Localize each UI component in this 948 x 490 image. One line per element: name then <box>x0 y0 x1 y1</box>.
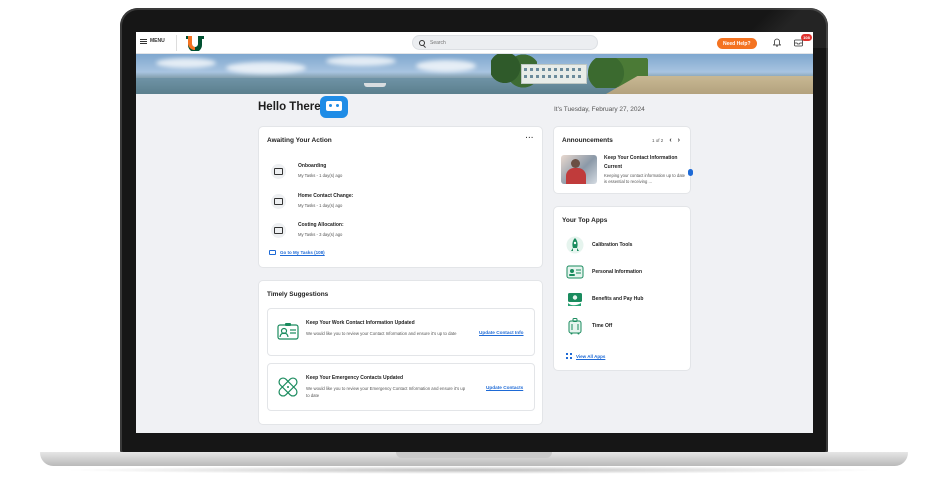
task-item[interactable]: Costing Allocation: My Tasks - 3 day(s) … <box>271 220 471 242</box>
id-card-icon <box>566 265 584 279</box>
task-subtitle: My Tasks - 3 day(s) ago <box>298 232 343 237</box>
laptop-notch <box>396 452 552 458</box>
university-logo[interactable] <box>184 35 206 51</box>
task-item[interactable]: Onboarding My Tasks - 1 day(s) ago <box>271 161 471 183</box>
suggestion-title: Keep Your Work Contact Information Updat… <box>306 320 415 326</box>
announcement-title[interactable]: Keep Your Contact Information Current <box>604 154 688 171</box>
announcement-description: Keeping your contact information up to d… <box>604 173 686 184</box>
suitcase-icon <box>568 318 582 335</box>
search-bar[interactable] <box>412 35 598 50</box>
inbox-tray-icon <box>269 250 276 255</box>
bandage-icon <box>278 377 298 397</box>
chevron-right-icon[interactable]: › <box>678 137 680 144</box>
top-bar: MENU Need Help? 108 <box>136 32 813 54</box>
more-options-icon[interactable]: ··· <box>526 135 535 142</box>
inbox-tray-icon <box>271 194 286 209</box>
announcement-image[interactable] <box>561 155 597 184</box>
menu-button[interactable]: MENU <box>140 38 165 44</box>
banner-building <box>521 64 587 84</box>
inbox-badge: 108 <box>801 34 812 41</box>
app-label[interactable]: Personal Information <box>592 269 642 275</box>
hamburger-icon <box>140 38 147 44</box>
money-icon <box>568 293 582 306</box>
suggestion-title: Keep Your Emergency Contacts Updated <box>306 375 404 381</box>
top-apps-card: Your Top Apps Calibration Tools Personal… <box>553 206 691 371</box>
goto-link-label[interactable]: Go to My Tasks (108) <box>280 250 325 255</box>
search-icon <box>419 39 425 46</box>
suggestion-item: Keep Your Emergency Contacts Updated We … <box>267 363 535 411</box>
app-label[interactable]: Calibration Tools <box>592 242 632 248</box>
task-item[interactable]: Home Contact Change: My Tasks - 1 day(s)… <box>271 191 471 213</box>
carousel-indicator[interactable] <box>688 169 693 176</box>
laptop-shadow <box>60 466 888 474</box>
grid-icon <box>566 353 572 359</box>
task-subtitle: My Tasks - 1 day(s) ago <box>298 173 343 178</box>
timely-title: Timely Suggestions <box>267 291 329 298</box>
bell-icon[interactable] <box>773 38 781 47</box>
inbox-tray-icon <box>271 164 286 179</box>
need-help-button[interactable]: Need Help? <box>717 38 757 49</box>
rocket-icon <box>566 236 584 254</box>
task-title[interactable]: Onboarding <box>298 163 326 169</box>
announcements-card: Announcements 1 of 2 ‹ › Keep Your Conta… <box>553 126 693 194</box>
chevron-left-icon[interactable]: ‹ <box>669 137 671 144</box>
announcement-pager: 1 of 2 ‹ › <box>652 137 680 144</box>
app-label[interactable]: Benefits and Pay Hub <box>592 296 643 302</box>
app-personal-information[interactable]: Personal Information <box>566 263 686 281</box>
assistant-bot-icon[interactable] <box>320 96 348 118</box>
suggestion-description: We would like you to review your Emergen… <box>306 386 466 398</box>
menu-label: MENU <box>150 38 165 44</box>
awaiting-action-card: Awaiting Your Action ··· Onboarding My T… <box>258 126 543 268</box>
app-calibration-tools[interactable]: Calibration Tools <box>566 236 686 254</box>
task-title[interactable]: Home Contact Change: <box>298 193 353 199</box>
header-banner <box>136 54 813 94</box>
suggestion-item: Keep Your Work Contact Information Updat… <box>267 308 535 356</box>
view-all-apps-link[interactable]: View All Apps <box>566 353 605 359</box>
app-label[interactable]: Time Off <box>592 323 612 329</box>
update-contacts-link[interactable]: Update Contacts <box>486 385 523 390</box>
task-title[interactable]: Costing Allocation: <box>298 222 344 228</box>
top-apps-title: Your Top Apps <box>562 217 608 224</box>
current-date: It's Tuesday, February 27, 2024 <box>554 106 645 113</box>
app-time-off[interactable]: Time Off <box>566 317 686 335</box>
awaiting-title: Awaiting Your Action <box>267 137 332 144</box>
inbox-tray-icon <box>271 223 286 238</box>
announcements-title: Announcements <box>562 137 613 144</box>
update-contact-info-link[interactable]: Update Contact Info <box>479 330 524 335</box>
timely-suggestions-card: Timely Suggestions Keep Your Work Contac… <box>258 280 543 425</box>
suggestion-description: We would like you to review your Contact… <box>306 331 457 336</box>
banner-boat <box>364 83 386 87</box>
view-all-label[interactable]: View All Apps <box>576 354 605 359</box>
divider <box>176 35 177 51</box>
search-input[interactable] <box>430 39 580 46</box>
goto-my-tasks-link[interactable]: Go to My Tasks (108) <box>269 250 325 255</box>
app-benefits-pay-hub[interactable]: Benefits and Pay Hub <box>566 290 686 308</box>
contact-card-icon <box>277 323 299 340</box>
page-greeting: Hello There <box>258 101 321 113</box>
pager-count: 1 of 2 <box>652 138 664 143</box>
screen: MENU Need Help? 108 <box>136 32 813 433</box>
task-subtitle: My Tasks - 1 day(s) ago <box>298 203 343 208</box>
